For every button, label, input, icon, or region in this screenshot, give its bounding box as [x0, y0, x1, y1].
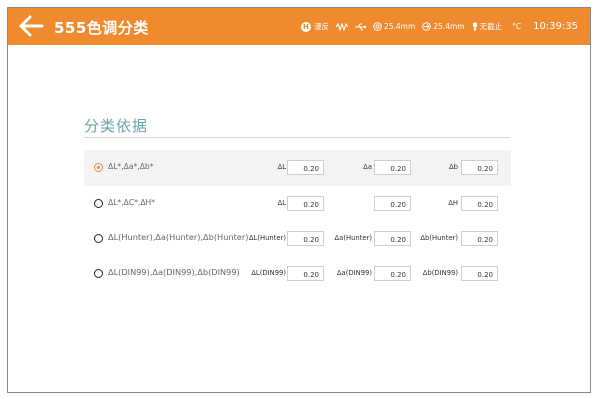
mode-badge-icon: H — [300, 21, 311, 32]
measure-mode: H 漫反 — [300, 21, 329, 32]
option-row-hunter[interactable]: ΔL(Hunter),Δa(Hunter),Δb(Hunter) ΔL(Hunt… — [84, 221, 511, 257]
field-label: ΔH — [448, 199, 458, 207]
temperature-unit: °C — [512, 22, 522, 31]
field-label: Δb(Hunter) — [420, 234, 458, 242]
option-row-lch[interactable]: ΔL*,ΔC*,ΔH* ΔL ΔH — [84, 186, 511, 222]
lens-icon — [422, 22, 432, 31]
title-bar: 555色调分类 H 漫反 25.4mm 25.4mm 无截止 °C 10:39:… — [8, 8, 590, 45]
aperture-1-value: 25.4mm — [383, 22, 416, 31]
radio-button[interactable] — [94, 234, 103, 243]
radio-button[interactable] — [94, 163, 103, 172]
option-label: ΔL*,ΔC*,ΔH* — [108, 198, 156, 207]
radio-button[interactable] — [94, 199, 103, 208]
field-label: Δa(DIN99) — [336, 269, 372, 277]
back-arrow-icon[interactable] — [18, 14, 44, 38]
field-label: ΔL — [277, 163, 286, 171]
delta-a-hunter-input[interactable] — [374, 231, 411, 246]
mode-label: 漫反 — [313, 22, 329, 31]
delta-a-input[interactable] — [374, 160, 411, 175]
field-label: Δa(Hunter) — [334, 234, 373, 242]
option-row-din99[interactable]: ΔL(DIN99),Δa(DIN99),Δb(DIN99) ΔL(DIN99) … — [84, 256, 511, 292]
status-bar: H 漫反 25.4mm 25.4mm 无截止 °C 10:39:35 — [294, 8, 578, 45]
aperture-1: 25.4mm — [373, 22, 415, 31]
delta-l-input[interactable] — [287, 160, 324, 175]
field-label: ΔL — [277, 199, 286, 207]
lamp-icon — [472, 22, 477, 31]
delta-h-input[interactable] — [461, 196, 498, 211]
delta-c-input[interactable] — [374, 196, 411, 211]
uv-filter: 无截止 — [472, 21, 503, 32]
aperture-icon — [373, 22, 382, 31]
delta-l-input[interactable] — [287, 196, 324, 211]
delta-l-din99-input[interactable] — [287, 266, 324, 281]
delta-l-hunter-input[interactable] — [287, 231, 324, 246]
clock: 10:39:35 — [533, 21, 578, 32]
section-title: 分类依据 — [84, 117, 149, 135]
aperture-2: 25.4mm — [422, 22, 465, 31]
delta-a-din99-input[interactable] — [374, 266, 411, 281]
option-row-lab[interactable]: ΔL*,Δa*,Δb* ΔL Δa Δb — [84, 150, 511, 186]
section-divider — [84, 137, 510, 138]
option-label: ΔL(DIN99),Δa(DIN99),Δb(DIN99) — [108, 267, 240, 277]
field-label: Δa — [363, 163, 372, 171]
option-label: ΔL*,Δa*,Δb* — [108, 162, 154, 171]
delta-b-hunter-input[interactable] — [461, 231, 498, 246]
field-label: Δb(DIN99) — [422, 269, 458, 277]
usb-icon — [354, 22, 366, 31]
aperture-2-value: 25.4mm — [433, 22, 465, 31]
radio-button[interactable] — [94, 269, 103, 278]
field-label: Δb — [449, 163, 458, 171]
page-title: 555色调分类 — [54, 19, 149, 37]
field-label: ΔL(DIN99) — [251, 269, 286, 277]
delta-b-din99-input[interactable] — [461, 266, 498, 281]
wave-icon — [335, 22, 348, 31]
uv-filter-label: 无截止 — [479, 22, 503, 31]
delta-b-input[interactable] — [461, 160, 498, 175]
option-label: ΔL(Hunter),Δa(Hunter),Δb(Hunter) — [108, 232, 249, 242]
field-label: ΔL(Hunter) — [248, 234, 286, 242]
